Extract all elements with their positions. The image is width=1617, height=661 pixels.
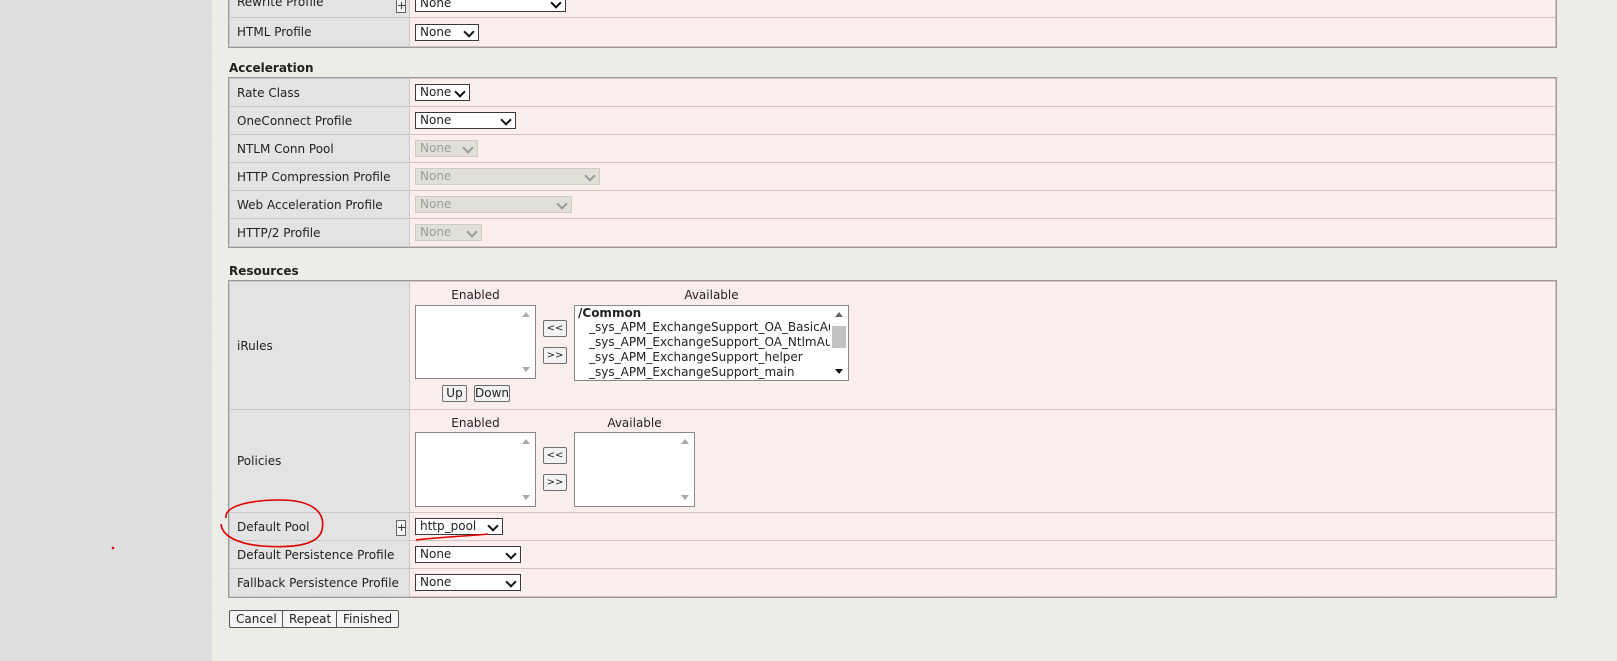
- irules-available-item[interactable]: _sys_APM_ExchangeSupport_helper: [589, 350, 803, 365]
- scrollbar[interactable]: [517, 306, 535, 378]
- scrollbar[interactable]: [517, 433, 535, 506]
- scroll-thumb[interactable]: [832, 326, 846, 348]
- scroll-down-icon[interactable]: [522, 367, 530, 372]
- rate-class-label: Rate Class: [237, 85, 300, 100]
- http-compression-select: None: [415, 168, 600, 185]
- http2-label: HTTP/2 Profile: [237, 225, 321, 240]
- policies-label: Policies: [237, 454, 282, 468]
- chevron-down-icon: [505, 548, 517, 560]
- chevron-down-icon: [505, 576, 517, 588]
- irules-available-item[interactable]: _sys_APM_ExchangeSupport_OA_BasicAuth: [589, 320, 848, 335]
- rate-class-row-label: Rate Class: [229, 78, 410, 107]
- rewrite-profile-add-button[interactable]: +: [396, 0, 406, 13]
- irules-group-common: /Common: [578, 306, 642, 320]
- default-pool-label: Default Pool: [237, 519, 310, 534]
- web-acceleration-row-label: Web Acceleration Profile: [229, 190, 410, 219]
- scroll-up-icon[interactable]: [522, 312, 530, 317]
- html-profile-row-label: HTML Profile: [229, 17, 410, 47]
- policies-available-header: Available: [607, 416, 662, 430]
- rate-class-select[interactable]: None: [415, 84, 470, 101]
- fallback-persistence-row-label: Fallback Persistence Profile: [229, 568, 410, 597]
- scroll-up-icon[interactable]: [522, 439, 530, 444]
- irules-enabled-list[interactable]: [415, 305, 536, 379]
- irules-enabled-header: Enabled: [451, 288, 500, 302]
- scroll-up-icon[interactable]: [835, 312, 843, 317]
- oneconnect-row-label: OneConnect Profile: [229, 106, 410, 135]
- oneconnect-label: OneConnect Profile: [237, 113, 353, 128]
- irules-available-item[interactable]: _sys_APM_ExchangeSupport_OA_NtlmAuth: [589, 335, 845, 350]
- scroll-up-icon[interactable]: [681, 439, 689, 444]
- rewrite-profile-row-label: Rewrite Profile +: [229, 0, 410, 18]
- irules-down-button[interactable]: Down: [474, 385, 510, 402]
- default-persistence-label: Default Persistence Profile: [237, 547, 395, 562]
- chevron-down-icon: [462, 142, 474, 154]
- scrollbar[interactable]: [830, 306, 848, 380]
- irules-label: iRules: [237, 338, 273, 353]
- web-acceleration-select: None: [415, 196, 572, 213]
- ntlm-conn-pool-select: None: [415, 140, 478, 157]
- left-navigation-pane: [0, 0, 212, 661]
- scroll-down-icon[interactable]: [681, 495, 689, 500]
- main-content: Rewrite Profile + None HTML Profile None…: [212, 0, 1617, 661]
- acceleration-table: Rate Class None OneConnect Profile None …: [228, 77, 1557, 248]
- chevron-down-icon: [500, 114, 512, 126]
- resources-section-title: Resources: [229, 264, 299, 278]
- http2-row-label: HTTP/2 Profile: [229, 218, 410, 247]
- policies-move-right-button[interactable]: >>: [543, 474, 567, 491]
- policies-row-label: Policies: [229, 409, 410, 513]
- scroll-down-icon[interactable]: [522, 495, 530, 500]
- repeat-button[interactable]: Repeat: [282, 610, 339, 628]
- irules-row-label: iRules: [229, 281, 410, 410]
- policies-available-list[interactable]: [574, 432, 695, 507]
- content-table: Rewrite Profile + None HTML Profile None: [228, 0, 1557, 48]
- chevron-down-icon: [556, 198, 568, 210]
- ntlm-label: NTLM Conn Pool: [237, 141, 334, 156]
- chevron-down-icon: [550, 0, 562, 9]
- scrollbar[interactable]: [676, 433, 694, 506]
- http-compression-row-label: HTTP Compression Profile: [229, 162, 410, 191]
- policies-enabled-header: Enabled: [451, 416, 500, 430]
- finished-button[interactable]: Finished: [336, 610, 400, 628]
- irules-move-right-button[interactable]: >>: [543, 347, 567, 364]
- default-persistence-select[interactable]: None: [415, 546, 521, 563]
- chevron-down-icon: [466, 226, 478, 238]
- default-pool-add-button[interactable]: +: [396, 520, 406, 536]
- fallback-persistence-label: Fallback Persistence Profile: [237, 575, 399, 590]
- default-pool-select[interactable]: http_pool: [415, 518, 503, 535]
- http2-profile-select: None: [415, 224, 482, 241]
- irules-available-list[interactable]: /Common _sys_APM_ExchangeSupport_OA_Basi…: [574, 305, 849, 381]
- oneconnect-select[interactable]: None: [415, 112, 516, 129]
- irules-available-header: Available: [684, 288, 739, 302]
- rewrite-profile-select[interactable]: None: [415, 0, 566, 12]
- html-profile-label: HTML Profile: [237, 25, 312, 39]
- chevron-down-icon: [454, 86, 466, 98]
- chevron-down-icon: [487, 520, 499, 532]
- default-persistence-row-label: Default Persistence Profile: [229, 540, 410, 569]
- rewrite-profile-label: Rewrite Profile: [237, 0, 324, 9]
- chevron-down-icon: [584, 170, 596, 182]
- html-profile-select[interactable]: None: [415, 23, 479, 41]
- http-compression-label: HTTP Compression Profile: [237, 169, 391, 184]
- policies-enabled-list[interactable]: [415, 432, 536, 507]
- fallback-persistence-select[interactable]: None: [415, 574, 521, 591]
- web-acceleration-label: Web Acceleration Profile: [237, 197, 383, 212]
- chevron-down-icon: [463, 25, 475, 38]
- irules-up-button[interactable]: Up: [442, 385, 467, 402]
- acceleration-section-title: Acceleration: [229, 61, 314, 75]
- cancel-button[interactable]: Cancel: [229, 610, 284, 628]
- ntlm-row-label: NTLM Conn Pool: [229, 134, 410, 163]
- default-pool-row-label: Default Pool +: [229, 512, 410, 541]
- irules-available-item[interactable]: _sys_APM_ExchangeSupport_main: [589, 365, 794, 380]
- policies-move-left-button[interactable]: <<: [543, 447, 567, 464]
- irules-move-left-button[interactable]: <<: [543, 320, 567, 337]
- scroll-down-icon[interactable]: [835, 369, 843, 374]
